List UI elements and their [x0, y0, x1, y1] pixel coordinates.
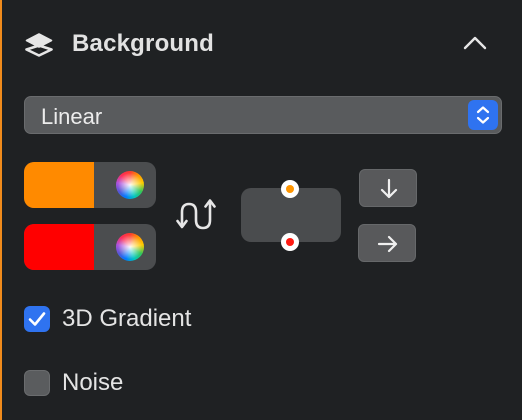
color-wheel-icon[interactable]	[116, 233, 144, 261]
arrow-down-icon	[380, 178, 398, 199]
layers-icon	[24, 32, 54, 58]
gradient-3d-checkbox[interactable]	[24, 306, 50, 332]
noise-label: Noise	[62, 369, 124, 396]
end-point-handle[interactable]	[281, 233, 299, 251]
direction-down-button[interactable]	[359, 169, 417, 207]
direction-right-button[interactable]	[358, 224, 416, 262]
arrow-right-icon	[377, 235, 398, 253]
chevron-up-icon[interactable]	[462, 34, 488, 52]
noise-option[interactable]: Noise	[24, 368, 284, 398]
gradient-3d-label: 3D Gradient	[62, 305, 192, 332]
end-color-swatch[interactable]	[24, 224, 94, 270]
noise-checkbox[interactable]	[24, 370, 50, 396]
color-wheel-icon[interactable]	[116, 171, 144, 199]
checkmark-icon	[28, 312, 46, 326]
section-header[interactable]: Background	[24, 24, 500, 68]
swap-arrows-icon[interactable]	[176, 196, 222, 236]
gradient-3d-option[interactable]: 3D Gradient	[24, 304, 284, 334]
end-color-well[interactable]	[24, 224, 156, 270]
gradient-type-value: Linear	[41, 104, 103, 129]
start-color-swatch[interactable]	[24, 162, 94, 208]
section-title: Background	[72, 30, 215, 57]
gradient-type-select[interactable]: Linear	[24, 96, 502, 134]
start-point-handle[interactable]	[281, 180, 299, 198]
up-down-stepper-icon[interactable]	[468, 100, 498, 130]
start-color-well[interactable]	[24, 162, 156, 208]
